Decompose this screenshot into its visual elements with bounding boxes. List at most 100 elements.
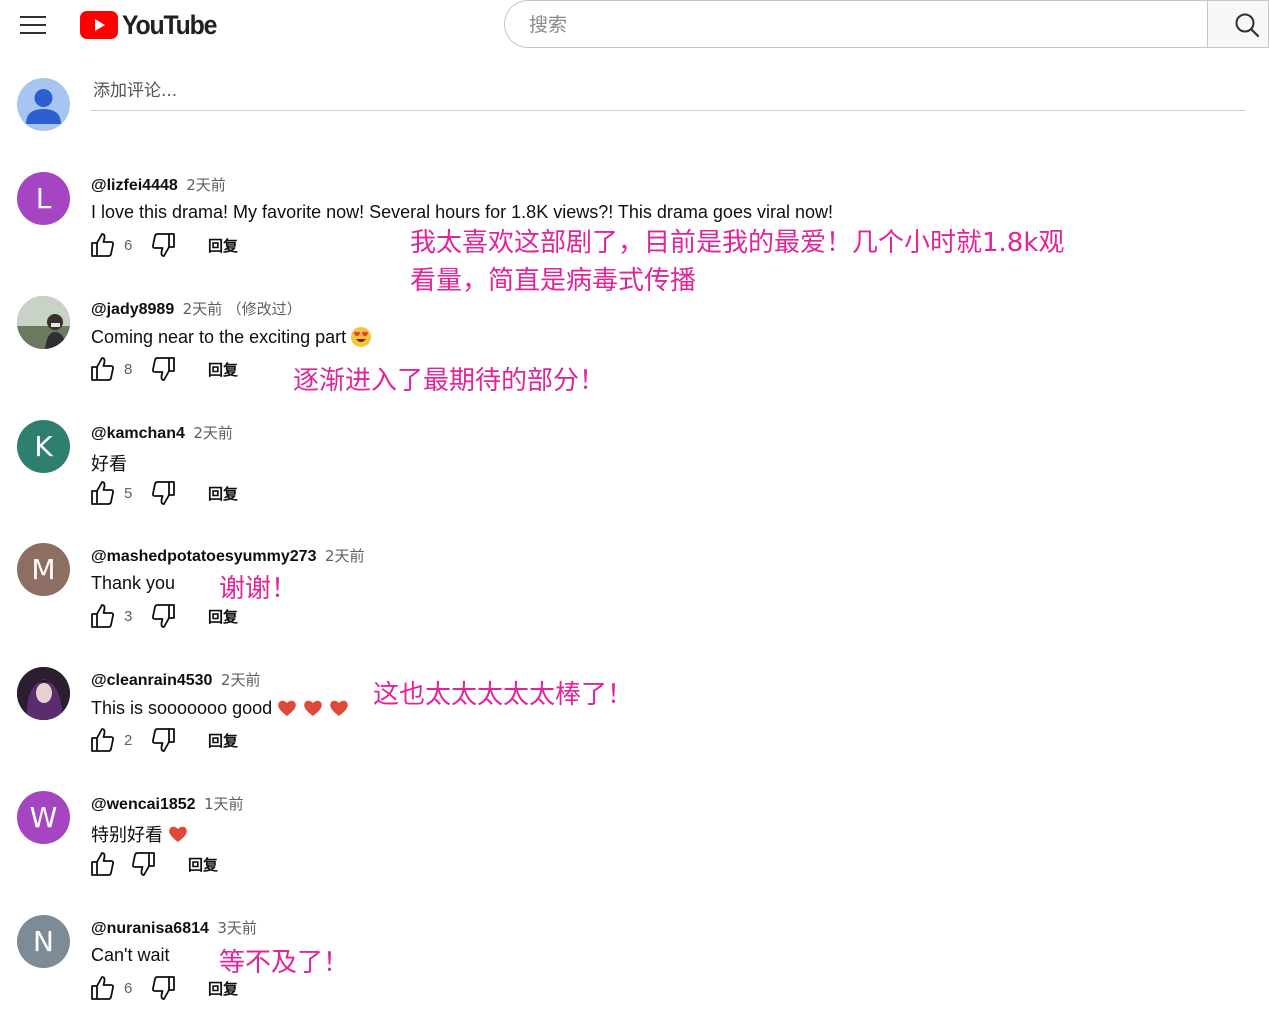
comment-time[interactable]: 3天前	[217, 919, 257, 937]
top-bar: YouTube	[0, 0, 1269, 52]
comment-item: K @kamchan4 2天前 好看 5 回复	[0, 420, 1269, 540]
user-avatar[interactable]	[17, 78, 70, 131]
thumbs-down-icon[interactable]	[150, 974, 178, 1002]
search-input[interactable]	[527, 13, 1171, 37]
thumbs-down-icon[interactable]	[150, 602, 178, 630]
avatar-initial: M	[31, 553, 56, 586]
comment-author[interactable]: @nuranisa6814	[91, 920, 209, 937]
comment-text: Coming near to the exciting part	[91, 326, 372, 348]
comment-avatar[interactable]: W	[17, 791, 70, 844]
translation-annotation: 谢谢！	[219, 574, 298, 604]
reply-button[interactable]: 回复	[188, 854, 218, 875]
comment-item: M @mashedpotatoesyummy273 2天前 Thank you …	[0, 543, 1269, 663]
comment-actions: 6 回复	[88, 973, 238, 1003]
comment-item: @cleanrain4530 2天前 This is sooooooo good…	[0, 667, 1269, 787]
reply-button[interactable]: 回复	[208, 730, 238, 751]
thumbs-up-icon[interactable]	[88, 479, 116, 507]
person-icon	[26, 89, 61, 124]
like-count: 2	[124, 731, 133, 749]
menu-icon[interactable]	[20, 14, 46, 36]
comment-item: @jady8989 2天前 （修改过） Coming near to the e…	[0, 296, 1269, 416]
profile-photo	[17, 296, 70, 349]
thumbs-down-icon[interactable]	[150, 231, 178, 259]
comment-avatar[interactable]: L	[17, 172, 70, 225]
comment-time[interactable]: 2天前	[183, 300, 223, 318]
comment-avatar[interactable]	[17, 296, 70, 349]
comment-avatar[interactable]	[17, 667, 70, 720]
comment-actions: 6 回复	[88, 230, 238, 260]
comment-time[interactable]: 2天前	[325, 547, 365, 565]
comment-text: 特别好看	[91, 821, 189, 847]
profile-photo	[17, 667, 70, 720]
reply-button[interactable]: 回复	[208, 235, 238, 256]
comment-avatar[interactable]: K	[17, 420, 70, 473]
comment-text-content: 好看	[91, 454, 127, 474]
comment-item: N @nuranisa6814 3天前 Can't wait 6 回复	[0, 915, 1269, 1035]
avatar-initial: L	[35, 182, 52, 215]
thumbs-up-icon[interactable]	[88, 355, 116, 383]
comment-text-content: This is sooooooo good	[91, 697, 273, 718]
avatar-initial: N	[33, 925, 54, 958]
comment-avatar[interactable]: N	[17, 915, 70, 968]
comment-author[interactable]: @wencai1852	[91, 796, 196, 813]
thumbs-down-icon[interactable]	[150, 355, 178, 383]
thumbs-down-icon[interactable]	[130, 850, 158, 878]
add-comment-field	[91, 78, 1245, 111]
comment-text: 好看	[91, 450, 127, 476]
translation-annotation: 我太喜欢这部剧了，目前是我的最爱！几个小时就1.8k观	[410, 228, 1065, 258]
thumbs-up-icon[interactable]	[88, 602, 116, 630]
comment-actions: 回复	[88, 849, 218, 879]
youtube-play-icon	[80, 11, 118, 39]
heart-emoji-icon	[278, 700, 296, 716]
like-count: 6	[124, 979, 133, 997]
translation-annotation: 逐渐进入了最期待的部分！	[293, 366, 606, 396]
comment-author[interactable]: @mashedpotatoesyummy273	[91, 548, 316, 565]
search-icon	[1235, 13, 1260, 38]
thumbs-down-icon[interactable]	[150, 479, 178, 507]
comment-time[interactable]: 2天前	[193, 424, 233, 442]
comment-author[interactable]: @lizfei4448	[91, 177, 178, 194]
reply-button[interactable]: 回复	[208, 483, 238, 504]
add-comment-input[interactable]	[91, 80, 1195, 102]
heart-emoji-icon	[330, 700, 348, 716]
search-button[interactable]	[1207, 0, 1269, 48]
heart-emoji-icon	[169, 826, 187, 842]
comment-actions: 3 回复	[88, 601, 238, 631]
reply-button[interactable]: 回复	[208, 359, 238, 380]
like-count: 8	[124, 360, 133, 378]
youtube-logo[interactable]: YouTube	[80, 10, 224, 40]
comment-actions: 2 回复	[88, 725, 238, 755]
comment-text: Thank you	[91, 573, 175, 594]
comment-text-content: Thank you	[91, 573, 176, 593]
translation-annotation: 等不及了！	[219, 948, 350, 978]
comment-time[interactable]: 2天前	[221, 671, 261, 689]
search-box	[504, 0, 1207, 48]
logo-text: YouTube	[122, 9, 217, 40]
comment-actions: 8 回复	[88, 354, 238, 384]
comment-avatar[interactable]: M	[17, 543, 70, 596]
like-count: 3	[124, 607, 133, 625]
comment-text-content: Can't wait	[91, 945, 170, 965]
thumbs-up-icon[interactable]	[88, 850, 116, 878]
like-count: 6	[124, 236, 133, 254]
thumbs-up-icon[interactable]	[88, 231, 116, 259]
translation-annotation: 这也太太太太太棒了！	[373, 680, 634, 710]
comment-item: W @wencai1852 1天前 特别好看 回复	[0, 791, 1269, 911]
avatar-initial: W	[29, 801, 58, 834]
like-count: 5	[124, 484, 133, 502]
reply-button[interactable]: 回复	[208, 606, 238, 627]
thumbs-down-icon[interactable]	[150, 726, 178, 754]
comment-text-content: I love this drama! My favorite now! Seve…	[91, 202, 833, 222]
comment-time[interactable]: 1天前	[204, 795, 244, 813]
comment-author[interactable]: @cleanrain4530	[91, 672, 212, 689]
comment-text-content: 特别好看	[91, 825, 163, 845]
comment-text: This is sooooooo good	[91, 697, 350, 719]
comment-author[interactable]: @kamchan4	[91, 425, 185, 442]
comment-author[interactable]: @jady8989	[91, 301, 174, 318]
comment-actions: 5 回复	[88, 478, 238, 508]
thumbs-up-icon[interactable]	[88, 974, 116, 1002]
comment-time[interactable]: 2天前	[186, 176, 226, 194]
thumbs-up-icon[interactable]	[88, 726, 116, 754]
avatar-initial: K	[34, 430, 53, 463]
comment-edited-label: （修改过）	[226, 300, 302, 318]
